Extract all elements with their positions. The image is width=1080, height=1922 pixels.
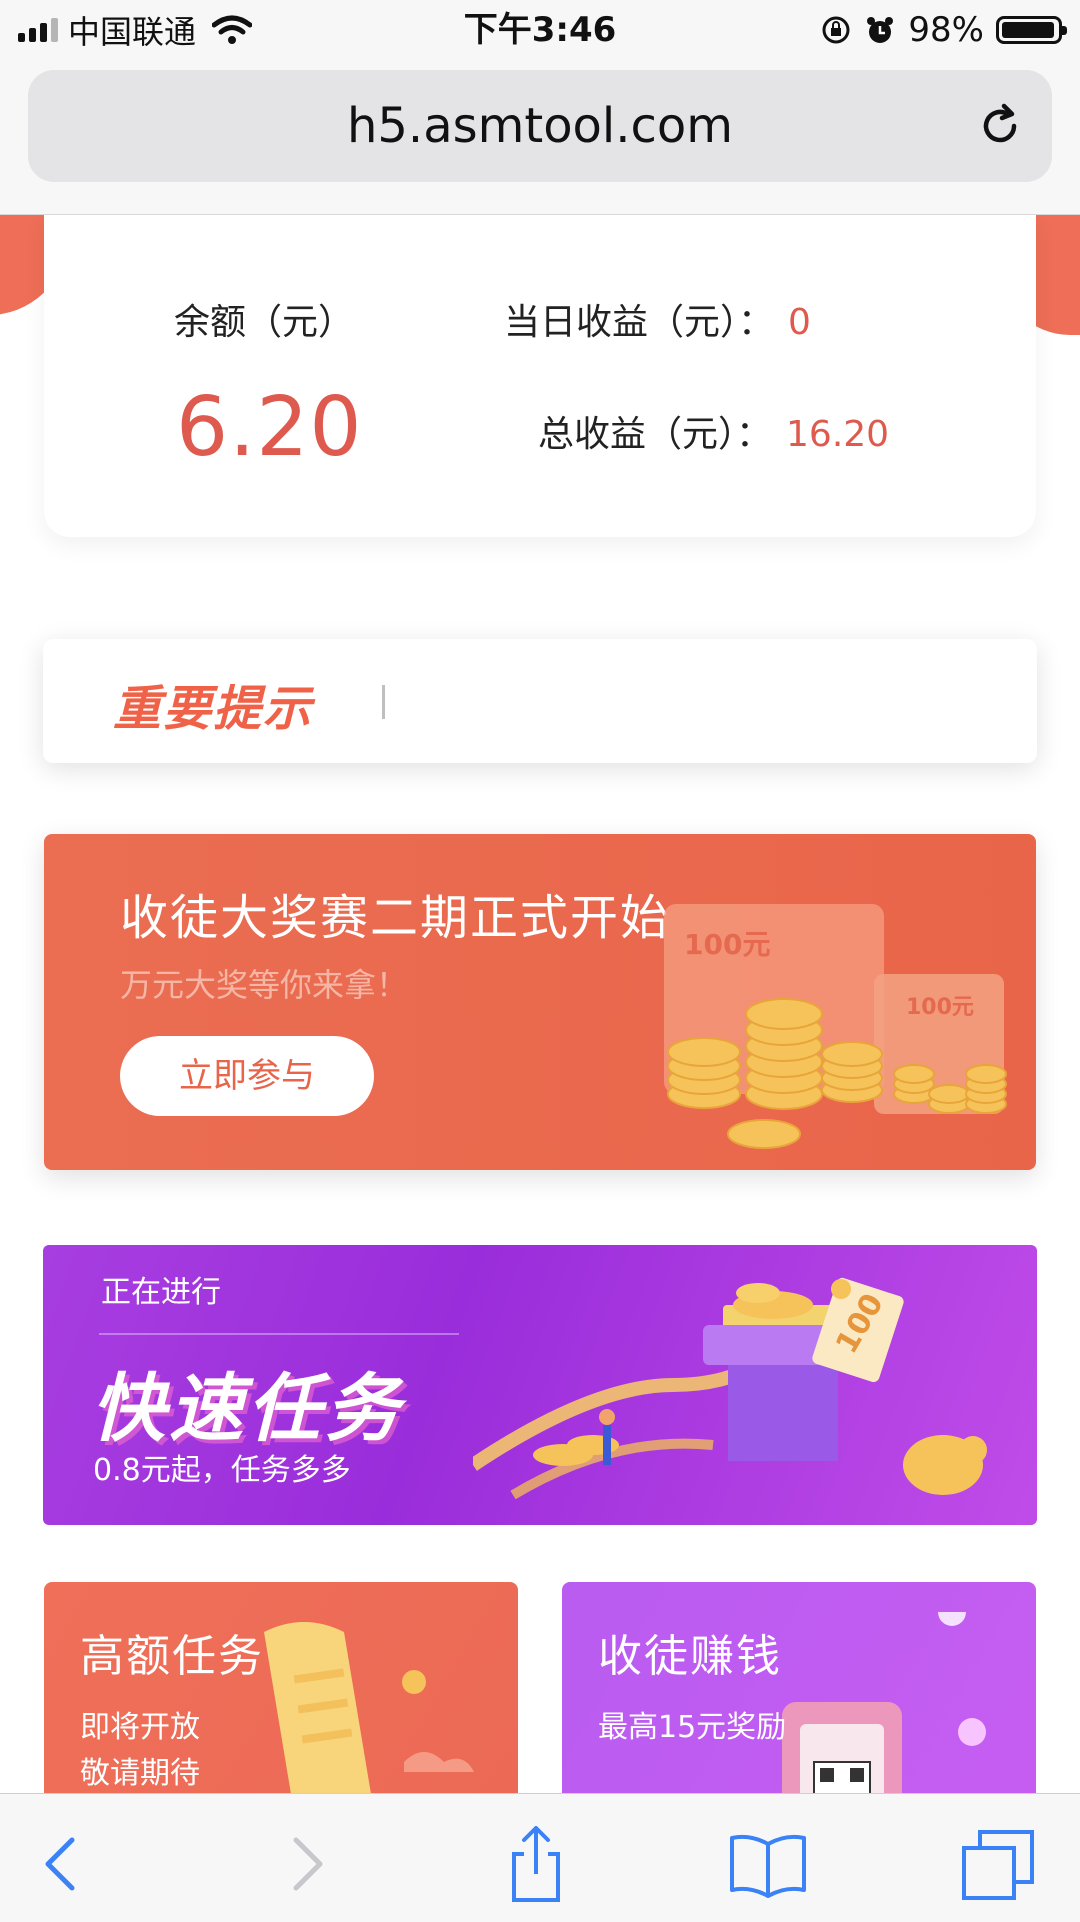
- balance-label: 余额（元）: [174, 302, 355, 343]
- browser-toolbar: [0, 1793, 1080, 1922]
- notice-bar[interactable]: 重要提示: [43, 639, 1037, 763]
- alarm-icon: [867, 17, 894, 43]
- share-icon[interactable]: [496, 1824, 576, 1904]
- quick-task-subtitle: 0.8元起，任务多多: [93, 1453, 351, 1488]
- total-earnings-label: 总收益（元）：: [538, 414, 773, 455]
- battery-icon: [996, 16, 1067, 44]
- bookmarks-icon[interactable]: [728, 1824, 808, 1904]
- today-earnings: 当日收益（元）： 0: [504, 293, 811, 345]
- recruit-line1: 最高15元奖励: [598, 1710, 787, 1745]
- battery-percent: 98%: [908, 10, 984, 50]
- high-task-line2: 敬请期待: [80, 1756, 200, 1791]
- quick-task-title: 快速任务: [91, 1366, 403, 1452]
- coins-and-bills-illustration: 100元 100元: [664, 904, 1007, 1149]
- url-text[interactable]: h5.asmtool.com: [28, 70, 1052, 182]
- bill-label-small: 100元: [906, 995, 974, 1020]
- signal-icon: [18, 18, 58, 42]
- total-earnings-value: 16.20: [786, 414, 890, 455]
- reload-icon[interactable]: [974, 100, 1026, 152]
- recruit-title: 收徒赚钱: [598, 1631, 782, 1682]
- promo-title: 收徒大奖赛二期正式开始: [120, 890, 671, 946]
- status-left: 中国联通: [18, 8, 253, 52]
- balance-card: 余额（元） 6.20 当日收益（元）： 0 总收益（元）： 16.20: [44, 215, 1036, 537]
- gift-box-illustration: 100: [473, 1277, 987, 1500]
- high-task-line1: 即将开放: [80, 1710, 200, 1745]
- page-content[interactable]: 余额（元） 6.20 当日收益（元）： 0 总收益（元）： 16.20 重要提示 收…: [0, 215, 1080, 1793]
- quick-task-status: 正在进行: [101, 1275, 221, 1310]
- promo-subtitle: 万元大奖等你来拿！: [120, 966, 409, 1004]
- back-icon[interactable]: [24, 1824, 104, 1904]
- scroll-illustration: [264, 1622, 474, 1793]
- total-earnings: 总收益（元）： 16.20: [538, 405, 889, 457]
- recruit-contest-banner[interactable]: 收徒大奖赛二期正式开始 万元大奖等你来拿！ 立即参与 100元 100元: [44, 834, 1036, 1170]
- high-value-task-tile[interactable]: 高额任务 即将开放 敬请期待: [44, 1582, 518, 1793]
- status-bar: 中国联通 下午3:46 98%: [0, 0, 1080, 60]
- high-task-title: 高额任务: [80, 1631, 264, 1682]
- address-bar[interactable]: h5.asmtool.com: [28, 70, 1052, 182]
- forward-icon[interactable]: [264, 1824, 344, 1904]
- join-now-button[interactable]: 立即参与: [120, 1036, 374, 1116]
- balance-value: 6.20: [176, 380, 363, 475]
- status-right: 98%: [820, 8, 1067, 52]
- phone-qr-illustration: [782, 1612, 986, 1793]
- rotation-lock-icon: [822, 16, 850, 44]
- notice-title: 重要提示: [113, 681, 314, 737]
- notice-divider: [382, 685, 385, 719]
- bill-label: 100元: [684, 928, 770, 961]
- carrier-name: 中国联通: [68, 13, 197, 51]
- browser-address-area: h5.asmtool.com: [0, 60, 1080, 215]
- quick-task-divider: [99, 1333, 459, 1335]
- today-earnings-value: 0: [788, 302, 811, 343]
- today-earnings-label: 当日收益（元）：: [504, 302, 775, 343]
- recruit-earn-tile[interactable]: 收徒赚钱 最高15元奖励: [562, 1582, 1036, 1793]
- quick-task-banner[interactable]: 正在进行 快速任务 0.8元起，任务多多 100: [43, 1245, 1037, 1525]
- tabs-icon[interactable]: [958, 1824, 1038, 1904]
- wifi-icon: [212, 15, 253, 44]
